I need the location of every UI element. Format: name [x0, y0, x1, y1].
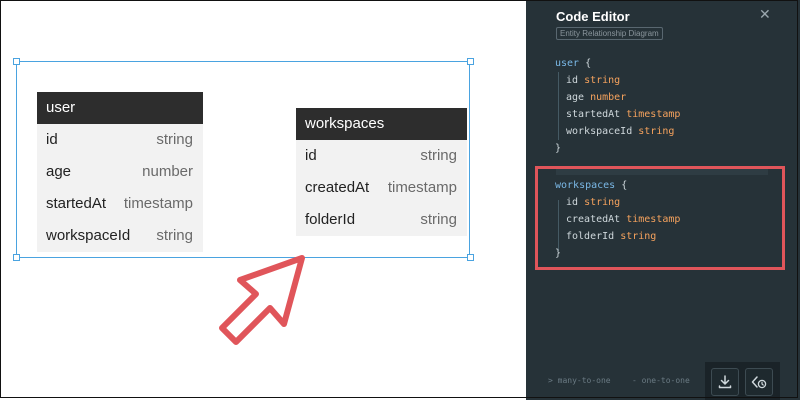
code-highlight-box: [535, 166, 785, 270]
diagram-canvas[interactable]: user id string age number startedAt time…: [0, 0, 526, 400]
indent-guide: [558, 72, 559, 140]
entity-field: startedAt timestamp: [37, 188, 203, 220]
legend-one-to-one: - one-to-one: [632, 376, 690, 385]
entity-field: createdAt timestamp: [296, 172, 467, 204]
field-type: number: [142, 163, 193, 180]
legend-many-to-one: > many-to-one: [548, 376, 611, 385]
code-entity-name: user: [555, 58, 580, 69]
code-brace: {: [585, 58, 592, 69]
code-line: user {: [555, 55, 591, 72]
field-name: folderId: [305, 211, 356, 228]
code-line: age number: [566, 89, 626, 106]
code-field-type: string: [584, 75, 621, 86]
selection-handle-bottom-right[interactable]: [467, 254, 474, 261]
entity-field: id string: [296, 140, 467, 172]
code-line: workspaceId string: [566, 123, 674, 140]
entity-field: age number: [37, 156, 203, 188]
entity-field: folderId string: [296, 204, 467, 236]
download-button[interactable]: [711, 368, 739, 396]
code-line: startedAt timestamp: [566, 106, 680, 123]
selection-handle-top-right[interactable]: [467, 58, 474, 65]
entity-user[interactable]: user id string age number startedAt time…: [37, 92, 203, 252]
entity-title: user: [37, 92, 203, 124]
entity-field: id string: [37, 124, 203, 156]
code-line: id string: [566, 72, 620, 89]
selection-handle-top-left[interactable]: [13, 58, 20, 65]
code-field-type: number: [590, 92, 627, 103]
field-type: string: [156, 227, 193, 244]
field-name: id: [46, 131, 58, 148]
panel-subtitle-badge: Entity Relationship Diagram: [556, 27, 663, 40]
code-field-type: timestamp: [626, 109, 681, 120]
field-type: string: [420, 147, 457, 164]
entity-workspaces[interactable]: workspaces id string createdAt timestamp…: [296, 108, 467, 236]
code-line: }: [555, 140, 561, 157]
field-type: string: [156, 131, 193, 148]
arrow-cursor-icon: [219, 255, 305, 345]
entity-field: workspaceId string: [37, 220, 203, 252]
panel-title: Code Editor: [556, 9, 630, 24]
code-view-button[interactable]: [745, 368, 773, 396]
code-field-name: age: [566, 92, 585, 103]
code-field-name: startedAt: [566, 109, 621, 120]
code-field-type: string: [638, 126, 675, 137]
field-name: createdAt: [305, 179, 370, 196]
field-type: timestamp: [123, 195, 193, 212]
field-name: startedAt: [46, 195, 107, 212]
field-name: age: [46, 163, 72, 180]
entity-title: workspaces: [296, 108, 467, 140]
close-icon[interactable]: ✕: [759, 6, 771, 23]
field-name: workspaceId: [46, 227, 131, 244]
code-field-name: workspaceId: [566, 126, 633, 137]
editor-toolbar: [705, 362, 780, 400]
code-brace: }: [555, 143, 562, 154]
field-type: timestamp: [387, 179, 457, 196]
code-field-name: id: [566, 75, 579, 86]
code-icon: [751, 376, 767, 389]
download-icon: [718, 375, 732, 389]
selection-handle-bottom-left[interactable]: [13, 254, 20, 261]
field-name: id: [305, 147, 317, 164]
field-type: string: [420, 211, 457, 228]
